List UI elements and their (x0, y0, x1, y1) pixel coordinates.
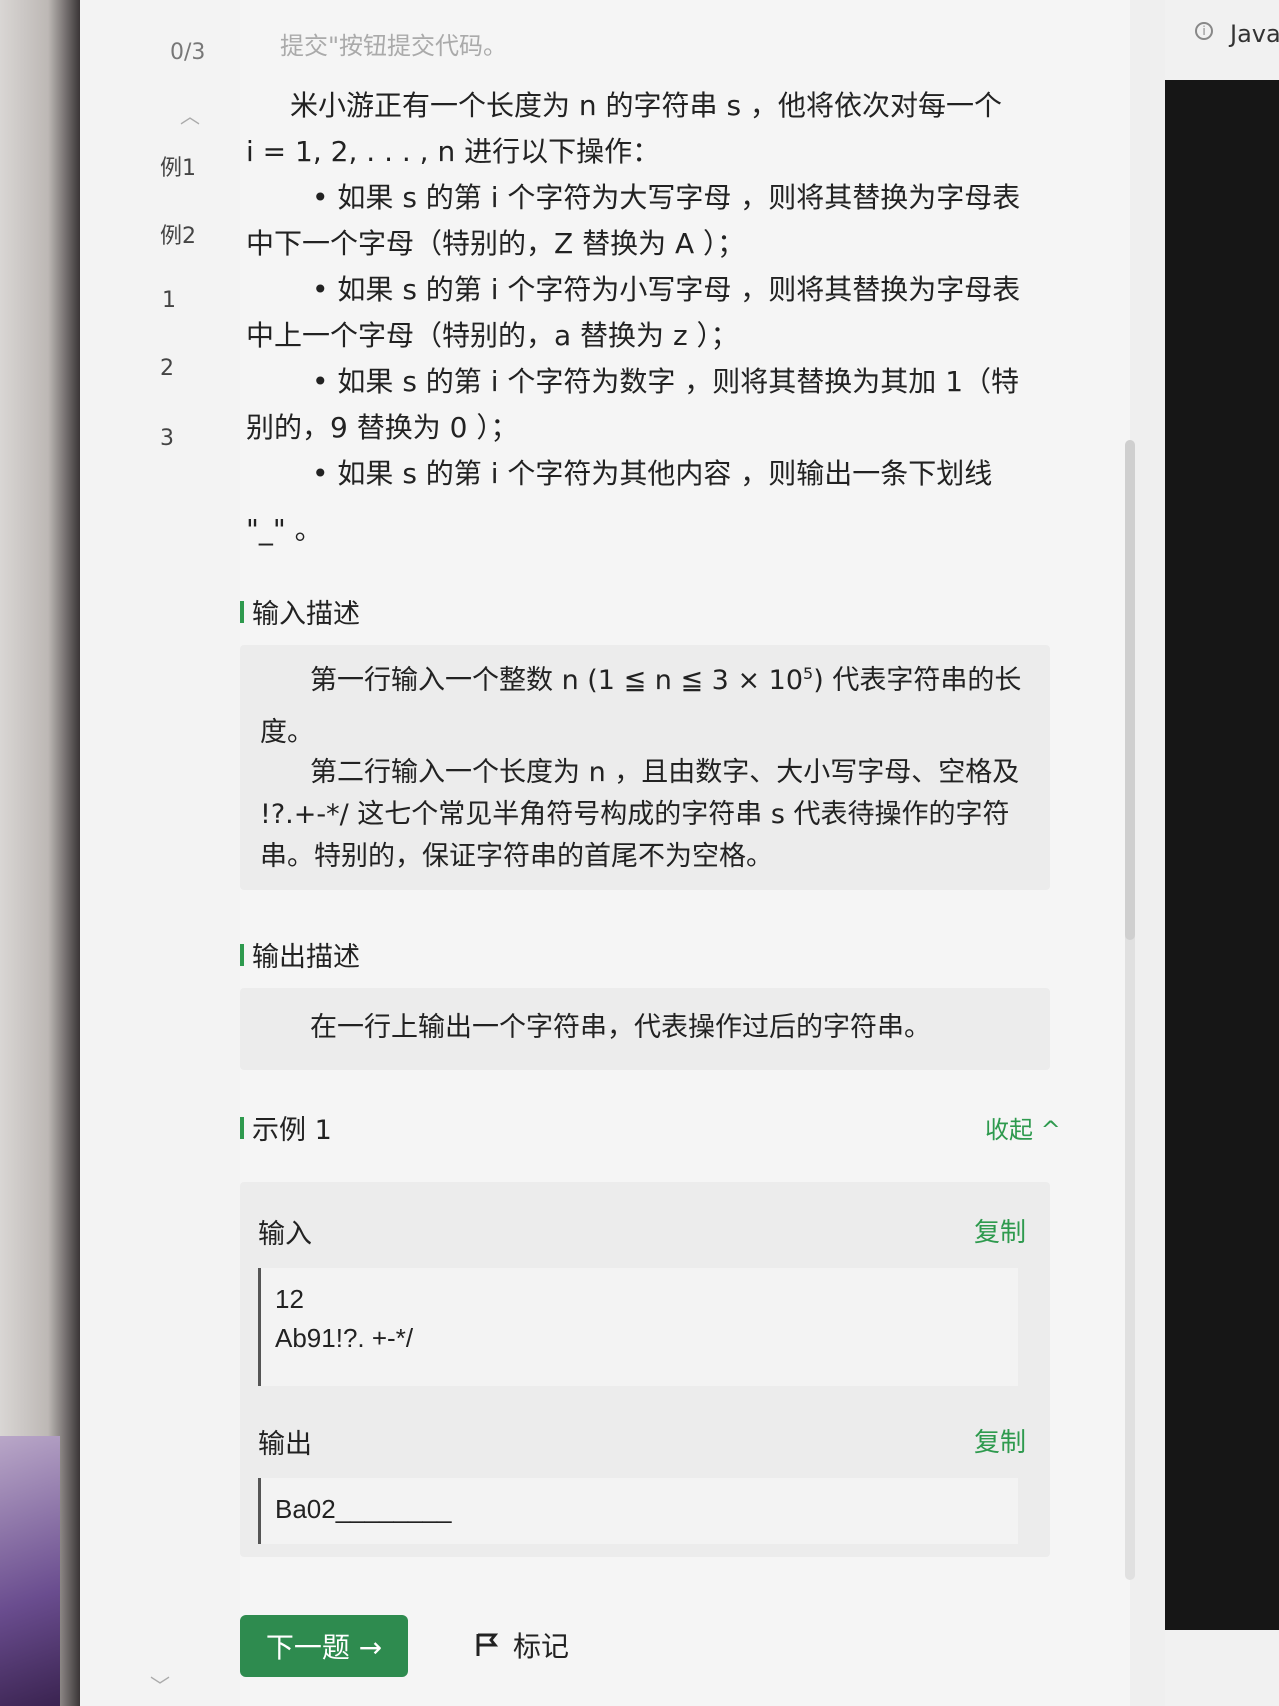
question-nav: 0/3 » ︿ 例1 例2 1 2 3 ﹀ (80, 0, 255, 1706)
input-line-1-prefix: 第一行输入一个整数 n (1 ≦ n ≦ 3 × 10 (310, 665, 804, 696)
nav-item-3[interactable]: 3 (160, 426, 220, 451)
statement-intro-2: i = 1, 2, . . . , n 进行以下操作： (246, 135, 661, 168)
example-input-line-2: Ab91!?. +-*/ (275, 1323, 414, 1353)
rule-4b: "_" 。 (246, 513, 323, 546)
example-output-line: Ba02________ (275, 1494, 452, 1524)
output-section-label: 输出描述 (252, 942, 360, 973)
input-line-1-cont: 度。 (260, 717, 314, 748)
input-section-label: 输入描述 (252, 599, 360, 630)
example-box: 输入 复制 12 Ab91!?. +-*/ 输出 复制 Ba02________ (240, 1182, 1050, 1557)
chevron-up-icon[interactable]: ︿ (180, 100, 200, 129)
progress-counter: 0/3 (170, 40, 206, 65)
input-section-title: 输入描述 (240, 592, 360, 631)
scrollbar[interactable] (1125, 440, 1135, 1580)
example-input-line-1: 12 (275, 1284, 304, 1314)
mark-button[interactable]: 标记 (475, 1625, 569, 1665)
example-title-label: 示例 1 (252, 1115, 332, 1146)
example-output-label: 输出 (258, 1429, 312, 1460)
collapse-link[interactable]: 收起 ^ (985, 1110, 1061, 1145)
section-marker (240, 1116, 244, 1139)
output-section-title: 输出描述 (240, 935, 360, 974)
rule-1a: • 如果 s 的第 i 个字符为大写字母 ，则将其替换为字母表 (312, 181, 1021, 214)
statement-intro-1: 米小游正有一个长度为 n 的字符串 s ，他将依次对每一个 (290, 89, 1002, 122)
input-line-2: 第二行输入一个长度为 n ，且由数字、大小写字母、空格及 (310, 757, 1020, 788)
code-editor[interactable] (1165, 80, 1279, 1630)
example-output-code: Ba02________ (258, 1478, 1018, 1544)
info-icon: i (1195, 22, 1213, 40)
left-bezel (0, 0, 80, 1706)
copy-output-button[interactable]: 复制 (974, 1422, 1026, 1459)
rule-3a: • 如果 s 的第 i 个字符为数字 ，则将其替换为其加 1（特 (312, 365, 1020, 398)
rule-1b: 中下一个字母（特别的，Z 替换为 A ）； (246, 227, 746, 260)
scrollbar-thumb[interactable] (1125, 440, 1135, 940)
screen: 0/3 » ︿ 例1 例2 1 2 3 ﹀ 提交"按钮提交代码。 米小游正有一个… (80, 0, 1175, 1706)
copy-input-button[interactable]: 复制 (974, 1212, 1026, 1249)
input-line-3: !?.+-*/ 这七个常见半角符号构成的字符串 s 代表待操作的字符 (260, 799, 1010, 830)
input-line-1: 第一行输入一个整数 n (1 ≦ n ≦ 3 × 105) 代表字符串的长 (310, 659, 1030, 702)
input-line-1-sup: 5 (803, 664, 814, 683)
example-input-code: 12 Ab91!?. +-*/ (258, 1268, 1018, 1386)
output-description: 在一行上输出一个字符串，代表操作过后的字符串。 (240, 988, 1050, 1070)
nav-item-example-2[interactable]: 例2 (160, 218, 220, 250)
chevron-down-icon[interactable]: ﹀ (150, 1670, 170, 1699)
rule-2a: • 如果 s 的第 i 个字符为小写字母 ，则将其替换为字母表 (312, 273, 1021, 306)
output-text: 在一行上输出一个字符串，代表操作过后的字符串。 (310, 1012, 931, 1043)
flag-icon (476, 1633, 499, 1656)
rule-2b: 中上一个字母（特别的，a 替换为 z ）； (246, 319, 739, 352)
section-marker (240, 600, 244, 623)
submit-hint: 提交"按钮提交代码。 (280, 32, 508, 60)
nav-item-1[interactable]: 1 (162, 288, 222, 313)
input-line-4: 串。特别的，保证字符串的首尾不为空格。 (260, 841, 773, 872)
nav-item-example-1[interactable]: 例1 (160, 150, 220, 182)
editor-footer (1165, 1630, 1279, 1706)
input-line-1-suffix: ) 代表字符串的长 (813, 665, 1022, 696)
mark-label: 标记 (513, 1630, 570, 1663)
nav-item-2[interactable]: 2 (160, 356, 220, 381)
example-title: 示例 1 (240, 1108, 332, 1147)
rule-3b: 别的，9 替换为 0 ）； (246, 411, 519, 444)
rule-4a: • 如果 s 的第 i 个字符为其他内容 ，则输出一条下划线 (312, 457, 993, 490)
language-selector[interactable]: Java (1230, 20, 1279, 48)
input-description: 第一行输入一个整数 n (1 ≦ n ≦ 3 × 105) 代表字符串的长 度。… (240, 645, 1050, 890)
section-marker (240, 943, 244, 966)
problem-content: 提交"按钮提交代码。 米小游正有一个长度为 n 的字符串 s ，他将依次对每一个… (240, 0, 1130, 1706)
example-input-label: 输入 (258, 1219, 312, 1250)
next-question-button[interactable]: 下一题 → (240, 1615, 408, 1677)
background-object (0, 1436, 60, 1706)
